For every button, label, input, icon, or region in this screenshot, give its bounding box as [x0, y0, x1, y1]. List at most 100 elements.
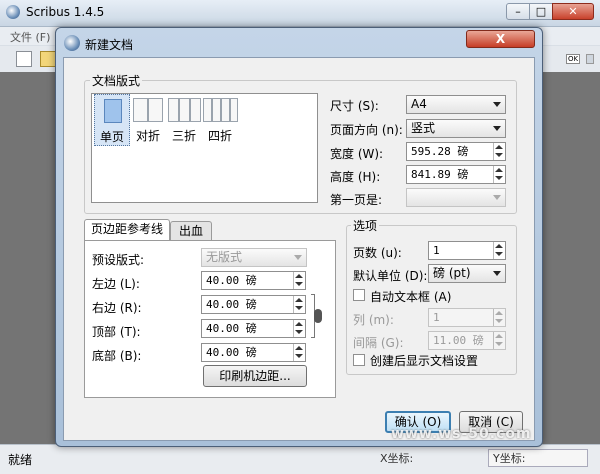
layout-single-page[interactable]: 单页: [94, 94, 130, 146]
layout-option-label: 三折: [171, 129, 196, 143]
preset-label: 预设版式:: [92, 253, 145, 267]
bottom-margin-label: 底部 (B):: [92, 349, 142, 363]
spin-arrows-icon[interactable]: [293, 320, 305, 337]
orientation-label: 页面方向 (n):: [330, 123, 403, 137]
fold-panel-icon: [212, 98, 221, 122]
fold-panel-icon: [221, 98, 230, 122]
show-settings-label: 创建后显示文档设置: [370, 354, 479, 368]
pages-spinbox[interactable]: 1: [428, 241, 506, 260]
columns-spinbox[interactable]: 1: [428, 308, 506, 327]
first-page-select[interactable]: [406, 188, 506, 207]
main-titlebar: Scribus 1.4.5 – □ ✕: [0, 0, 600, 27]
columns-label: 列 (m):: [353, 313, 394, 327]
open-folder-icon[interactable]: [40, 51, 56, 67]
new-document-icon[interactable]: [16, 51, 32, 67]
app-title: Scribus 1.4.5: [26, 5, 105, 19]
dialog-title: 新建文档: [85, 38, 134, 52]
right-margin-label: 右边 (R):: [92, 301, 142, 315]
layout-facing-pages[interactable]: 对折: [130, 94, 166, 146]
status-y-field: Y坐标:: [488, 449, 588, 467]
toolbar-ok-icon[interactable]: OK: [566, 54, 580, 64]
spin-arrows-icon[interactable]: [493, 143, 505, 160]
width-spinbox[interactable]: 595.28 磅: [406, 142, 506, 161]
layout-option-label: 对折: [135, 129, 160, 143]
top-margin-label: 顶部 (T):: [92, 325, 141, 339]
right-margin-spinbox[interactable]: 40.00 磅: [201, 295, 306, 314]
bottom-margin-value: 40.00 磅: [206, 346, 257, 359]
gap-label: 间隔 (G):: [353, 336, 404, 350]
left-margin-spinbox[interactable]: 40.00 磅: [201, 271, 306, 290]
spin-arrows-icon[interactable]: [293, 344, 305, 361]
bottom-margin-spinbox[interactable]: 40.00 磅: [201, 343, 306, 362]
pages-label: 页数 (u):: [353, 246, 402, 260]
width-value: 595.28 磅: [411, 145, 469, 158]
left-margin-label: 左边 (L):: [92, 277, 140, 291]
close-window-button[interactable]: ✕: [552, 3, 594, 20]
fold-panel-icon: [230, 98, 238, 122]
size-label: 尺寸 (S):: [330, 99, 379, 113]
chevron-down-icon: [493, 271, 501, 276]
printer-margins-button[interactable]: 印刷机边距...: [203, 365, 307, 387]
unit-label: 默认单位 (D):: [353, 269, 428, 283]
statusbar: 就绪 X坐标: Y坐标:: [0, 444, 600, 474]
scribus-logo-icon: [6, 5, 20, 19]
auto-frames-checkbox[interactable]: [353, 289, 365, 301]
layout-group-title: 文档版式: [90, 72, 143, 89]
orientation-value: 竖式: [411, 121, 436, 135]
layout-options-pane: 单页 对折 三折 四折: [91, 93, 318, 203]
chevron-down-icon: [493, 195, 501, 200]
show-settings-checkbox[interactable]: [353, 354, 365, 366]
gap-spinbox[interactable]: 11.00 磅: [428, 331, 506, 350]
single-page-icon: [104, 99, 122, 123]
status-text: 就绪: [8, 453, 33, 467]
spin-arrows-icon[interactable]: [293, 296, 305, 313]
chevron-down-icon: [493, 102, 501, 107]
preset-select[interactable]: 无版式: [201, 248, 307, 267]
orientation-select[interactable]: 竖式: [406, 119, 506, 138]
spin-arrows-icon[interactable]: [493, 242, 505, 259]
auto-frames-label: 自动文本框 (A): [370, 290, 452, 304]
facing-right-page-icon: [148, 98, 163, 122]
width-label: 宽度 (W):: [330, 147, 384, 161]
first-page-label: 第一页是:: [330, 193, 383, 207]
options-group-title: 选项: [351, 217, 380, 234]
preset-value: 无版式: [206, 250, 243, 264]
fold-panel-icon: [190, 98, 201, 122]
fold-panel-icon: [179, 98, 190, 122]
fold-panel-icon: [168, 98, 179, 122]
layout-3-fold[interactable]: 三折: [166, 94, 202, 146]
left-margin-value: 40.00 磅: [206, 274, 257, 287]
unit-select[interactable]: 磅 (pt): [428, 264, 506, 283]
size-select[interactable]: A4: [406, 95, 506, 114]
layout-4-fold[interactable]: 四折: [202, 94, 238, 146]
menu-file[interactable]: 文件 (F): [10, 29, 50, 45]
minimize-button[interactable]: –: [506, 3, 530, 20]
spin-arrows-icon[interactable]: [293, 272, 305, 289]
facing-left-page-icon: [133, 98, 148, 122]
dialog-close-button[interactable]: X: [466, 30, 535, 48]
layout-option-label: 单页: [99, 130, 124, 144]
spin-arrows-icon[interactable]: [493, 332, 505, 349]
top-margin-spinbox[interactable]: 40.00 磅: [201, 319, 306, 338]
chevron-down-icon: [294, 255, 302, 260]
scribus-dialog-icon: [64, 35, 80, 51]
height-value: 841.89 磅: [411, 168, 469, 181]
layout-option-label: 四折: [207, 129, 232, 143]
height-label: 高度 (H):: [330, 170, 381, 184]
fold-panel-icon: [203, 98, 212, 122]
watermark: www.ws-50.com: [391, 426, 532, 442]
columns-value: 1: [433, 311, 440, 324]
spin-arrows-icon[interactable]: [493, 309, 505, 326]
height-spinbox[interactable]: 841.89 磅: [406, 165, 506, 184]
top-margin-value: 40.00 磅: [206, 322, 257, 335]
maximize-button[interactable]: □: [529, 3, 553, 20]
tab-bleeds[interactable]: 出血: [170, 221, 212, 241]
pages-value: 1: [433, 244, 440, 257]
link-margins-icon[interactable]: [311, 294, 322, 338]
right-margin-value: 40.00 磅: [206, 298, 257, 311]
toolbar-extra-icon[interactable]: [586, 54, 594, 64]
status-x-label: X坐标:: [380, 452, 414, 465]
spin-arrows-icon[interactable]: [493, 166, 505, 183]
gap-value: 11.00 磅: [433, 334, 484, 347]
tab-margin-guides[interactable]: 页边距参考线: [84, 219, 170, 241]
